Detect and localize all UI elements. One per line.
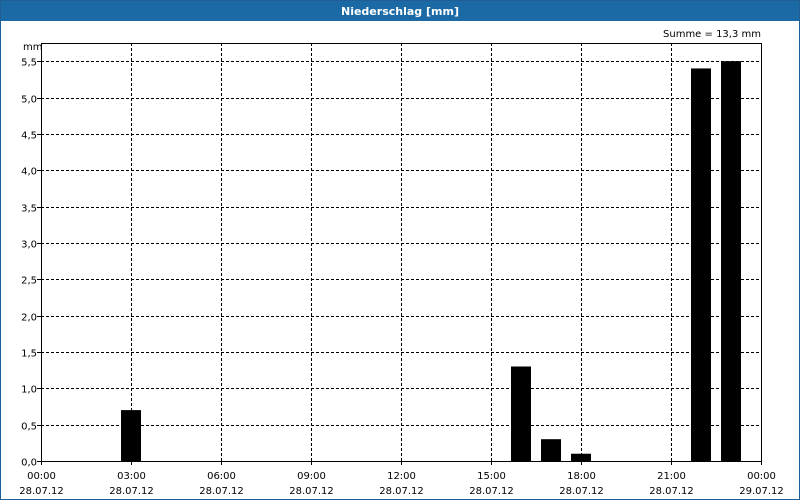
y-tick-label: 2,0 [21,313,37,324]
x-tick-date: 28.07.12 [559,486,604,497]
x-tick-time: 18:00 [567,471,596,482]
x-tick-time: 03:00 [117,471,146,482]
bar [691,68,711,461]
y-tick-label: 2,5 [21,276,37,287]
y-tick-label: 4,5 [21,131,37,142]
bar [541,439,561,461]
bar [571,453,591,461]
x-tick-time: 06:00 [207,471,236,482]
x-tick-date: 28.07.12 [649,486,694,497]
y-unit-label: mm [23,42,42,53]
x-tick-date: 29.07.12 [739,486,784,497]
precipitation-chart: 0,0 0,5 1,0 1,5 2,0 2,5 3,0 3,5 4,0 4,5 5,0 5,5 00:0… [19,29,784,497]
bar [721,61,741,461]
chart-window: Niederschlag [mm] 0,0 0,5 1,0 1,5 2,0 2,5 3,0 3… [0,0,800,500]
bar [511,366,531,461]
x-tick-time: 00:00 [747,471,776,482]
y-tick-label: 0,0 [21,458,37,469]
x-tick-time: 15:00 [477,471,506,482]
x-tick-date: 28.07.12 [199,486,244,497]
x-tick-date: 28.07.12 [109,486,154,497]
x-tick-date: 28.07.12 [379,486,424,497]
y-tick-label: 3,0 [21,240,37,251]
bar [121,410,141,461]
y-tick-label: 4,0 [21,167,37,178]
y-tick-label: 3,5 [21,204,37,215]
y-tick-label: 5,5 [21,58,37,69]
x-tick-time: 09:00 [297,471,326,482]
x-tick-time: 00:00 [27,471,56,482]
sum-label: Summe = 13,3 mm [663,29,761,40]
x-tick-date: 28.07.12 [289,486,334,497]
x-tick-date: 28.07.12 [469,486,514,497]
y-tick-label: 1,0 [21,385,37,396]
x-tick-time: 21:00 [657,471,686,482]
y-tick-label: 1,5 [21,349,37,360]
y-tick-label: 5,0 [21,95,37,106]
y-tick-label: 0,5 [21,422,37,433]
x-tick-time: 12:00 [387,471,416,482]
x-tick-date: 28.07.12 [19,486,64,497]
